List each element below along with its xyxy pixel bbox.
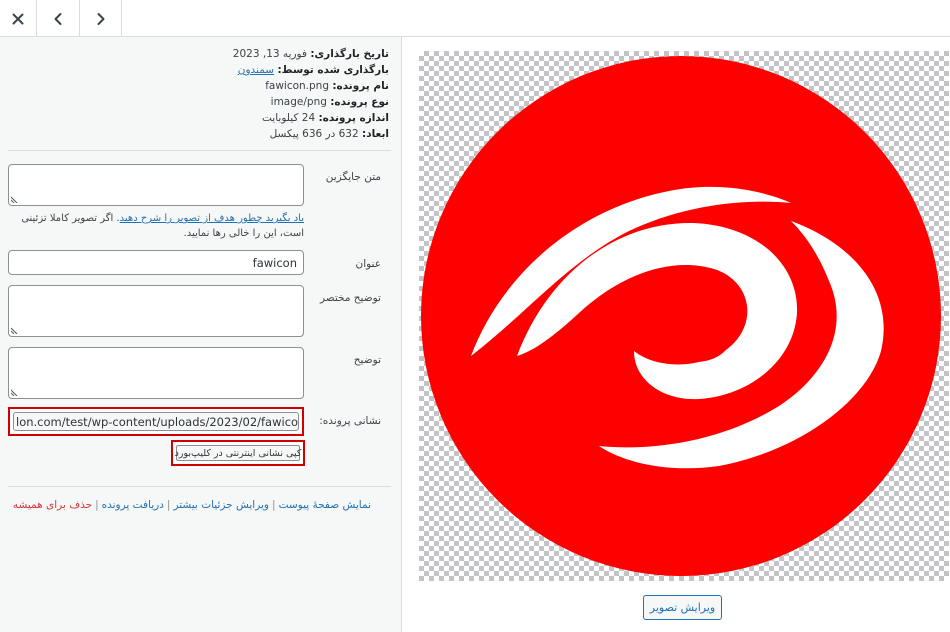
caption-label: توضیح مختصر: [319, 292, 381, 304]
view-attachment-link[interactable]: نمایش صفحهٔ پیوست: [279, 499, 371, 511]
description-label: توضیح: [353, 354, 381, 366]
description-textarea[interactable]: [8, 347, 304, 399]
separator: |: [272, 499, 276, 511]
file-type-value: image/png: [270, 96, 327, 108]
edit-more-details-link[interactable]: ویرایش جزئیات بیشتر: [173, 499, 269, 511]
title-label: عنوان: [355, 258, 382, 270]
file-type-label: نوع پرونده:: [330, 96, 389, 108]
chevron-right-icon: [97, 12, 104, 25]
next-button[interactable]: [80, 0, 122, 37]
separator: |: [166, 499, 171, 511]
meta-uploaded-by: بارگذاری شده توسط: سمندون: [29, 62, 389, 78]
alt-help-link[interactable]: یاد بگیرید چطور هدف از تصویر را شرح دهید: [120, 213, 304, 224]
meta-dimensions: ابعاد: 632 در 636 پیکسل: [29, 126, 389, 142]
meta-file-size: اندازه پرونده: 24 کیلوبایت: [29, 110, 389, 126]
delete-permanently-link[interactable]: حذف برای همیشه: [13, 499, 92, 511]
edit-image-button[interactable]: ویرایش تصویر: [643, 595, 722, 620]
close-icon: [12, 13, 24, 24]
file-name-label: نام پرونده:: [332, 80, 389, 92]
download-file-link[interactable]: دریافت پرونده: [102, 499, 164, 511]
image-preview: [419, 51, 949, 581]
dimensions-value: 632 در 636 پیکسل: [269, 128, 359, 140]
alt-text-help: یاد بگیرید چطور هدف از تصویر را شرح دهید…: [4, 211, 304, 241]
separator: |: [95, 499, 99, 511]
previous-button[interactable]: [37, 0, 80, 37]
meta-file-type: نوع پرونده: image/png: [29, 94, 389, 110]
attachment-actions: نمایش صفحهٔ پیوست|ویرایش جزئیات بیشتر|در…: [13, 499, 371, 511]
modal-toolbar: [0, 0, 950, 37]
file-size-value: 24 کیلوبایت: [262, 112, 316, 124]
uploaded-on-label: تاریخ بارگذاری:: [310, 48, 389, 60]
copy-url-highlight: کپی نشانی اینترنتی در کلیپ‌بورد: [171, 440, 305, 466]
chevron-left-icon: [54, 12, 62, 25]
uploaded-on-value: فوریه 13, 2023: [232, 48, 307, 60]
uploader-link[interactable]: سمندون: [238, 64, 274, 76]
uploaded-by-label: بارگذاری شده توسط:: [277, 64, 389, 76]
meta-uploaded-on: تاریخ بارگذاری: فوریه 13, 2023: [29, 46, 389, 62]
copy-url-button[interactable]: کپی نشانی اینترنتی در کلیپ‌بورد: [175, 445, 301, 461]
file-url-label: نشانی پرونده:: [319, 415, 381, 427]
section-divider: [8, 486, 391, 487]
resize-grip-icon[interactable]: [11, 196, 18, 203]
close-button[interactable]: [0, 0, 37, 37]
file-url-highlight: lon.com/test/wp-content/uploads/2023/02/…: [8, 407, 304, 436]
logo-image: [421, 56, 941, 576]
resize-grip-icon[interactable]: [11, 389, 18, 396]
image-preview-panel: ویرایش تصویر: [402, 37, 950, 632]
file-meta: تاریخ بارگذاری: فوریه 13, 2023 بارگذاری …: [29, 46, 389, 142]
attachment-details-panel: تاریخ بارگذاری: فوریه 13, 2023 بارگذاری …: [0, 37, 401, 632]
alt-text-textarea[interactable]: [8, 164, 304, 206]
file-size-label: اندازه پرونده:: [318, 112, 389, 124]
section-divider: [8, 150, 391, 151]
dimensions-label: ابعاد:: [362, 128, 389, 140]
file-name-value: fawicon.png: [265, 80, 329, 92]
caption-textarea[interactable]: [8, 285, 304, 337]
resize-grip-icon[interactable]: [11, 327, 18, 334]
meta-file-name: نام پرونده: fawicon.png: [29, 78, 389, 94]
alt-text-label: متن جایگزین: [325, 171, 381, 183]
file-url-input[interactable]: lon.com/test/wp-content/uploads/2023/02/…: [13, 412, 299, 431]
title-input[interactable]: fawicon: [8, 250, 304, 275]
